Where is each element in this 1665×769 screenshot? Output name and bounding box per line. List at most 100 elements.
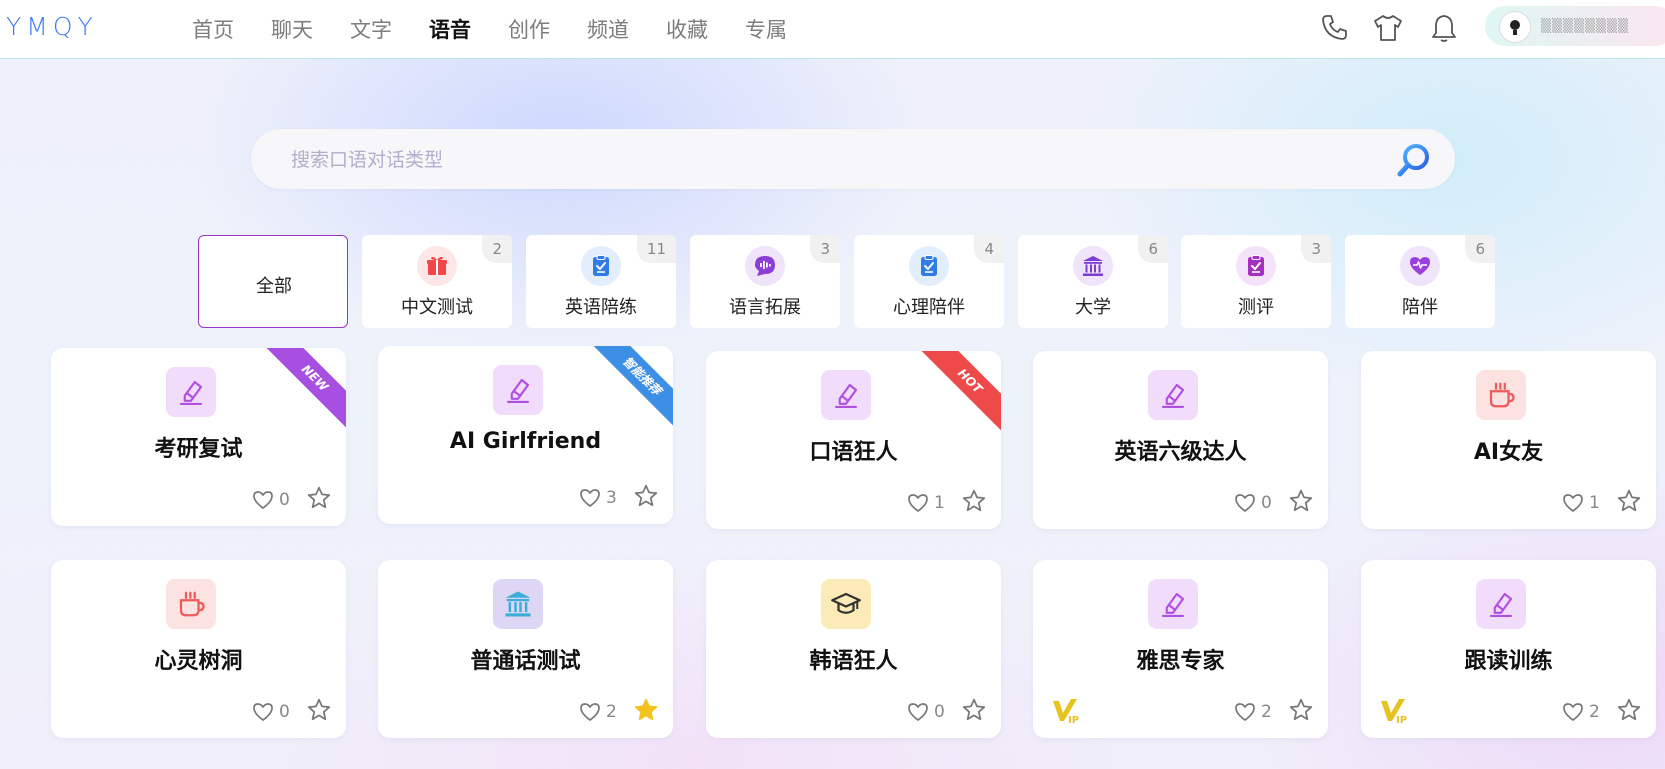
nav-item[interactable]: 文字 <box>350 14 392 44</box>
card-icon <box>1476 579 1526 629</box>
pen-icon <box>1161 383 1185 408</box>
like-button[interactable]: 0 <box>906 697 951 727</box>
like-button[interactable]: 2 <box>578 697 623 727</box>
card-title: 韩语狂人 <box>809 649 898 674</box>
card-icon <box>493 579 543 629</box>
avatar <box>1499 11 1531 43</box>
card-title: 跟读训练 <box>1464 649 1553 674</box>
star-icon[interactable] <box>306 697 332 723</box>
category-tab[interactable]: 11 英语陪练 <box>526 235 676 328</box>
svg-text:IP: IP <box>1068 715 1079 725</box>
category-tab[interactable]: 6 陪伴 <box>1345 235 1495 328</box>
voice-card[interactable]: 雅思专家 IP 2 <box>1033 560 1328 738</box>
nav-item[interactable]: 专属 <box>745 14 787 44</box>
category-tab[interactable]: 4 心理陪伴 <box>854 235 1004 328</box>
bell-icon[interactable] <box>1428 12 1460 44</box>
clipboard-check-icon <box>1248 255 1264 276</box>
voice-card[interactable]: 心灵树洞 0 <box>51 560 346 738</box>
category-icon <box>1073 246 1113 286</box>
search-bar <box>251 129 1455 191</box>
star-icon[interactable] <box>633 483 659 509</box>
logo[interactable]: YMQY <box>6 12 98 41</box>
category-count: 11 <box>636 235 676 263</box>
star-icon[interactable] <box>306 485 332 511</box>
voice-card[interactable]: AI女友 1 <box>1361 351 1656 529</box>
voice-card[interactable]: 普通话测试 2 <box>378 560 673 738</box>
like-button[interactable]: 2 <box>1233 697 1278 727</box>
nav-item[interactable]: 聊天 <box>271 14 313 44</box>
voice-card[interactable]: 考研复试 NEW 0 <box>51 348 346 526</box>
coffee-icon <box>179 591 205 617</box>
pen-icon <box>834 383 858 408</box>
heart-icon <box>908 703 928 721</box>
star-icon[interactable] <box>1288 697 1314 723</box>
category-icon <box>745 246 785 286</box>
like-count: 0 <box>1261 493 1272 513</box>
like-button[interactable]: 0 <box>1233 488 1278 518</box>
nav-item[interactable]: 创作 <box>508 14 550 44</box>
star-icon[interactable] <box>633 697 659 723</box>
star-icon[interactable] <box>1616 697 1642 723</box>
category-label: 全部 <box>256 276 292 297</box>
heart-icon <box>1563 703 1583 721</box>
star-icon[interactable] <box>961 488 987 514</box>
card-icon <box>1476 370 1526 420</box>
heart-icon <box>253 703 273 721</box>
nav-item[interactable]: 首页 <box>192 14 234 44</box>
category-icon <box>581 246 621 286</box>
user-name: ▒▒▒▒▒▒▒▒ <box>1541 19 1629 34</box>
category-icon <box>1236 246 1276 286</box>
heart-icon <box>1563 494 1583 512</box>
card-icon <box>1148 579 1198 629</box>
category-count: 6 <box>1465 235 1495 263</box>
category-count: 2 <box>482 235 512 263</box>
like-count: 0 <box>279 490 290 510</box>
like-button[interactable]: 0 <box>251 697 296 727</box>
svg-text:IP: IP <box>1396 715 1407 725</box>
like-count: 2 <box>1261 702 1272 722</box>
voice-card[interactable]: 韩语狂人 0 <box>706 560 1001 738</box>
category-tab[interactable]: 3 测评 <box>1181 235 1331 328</box>
nav-item[interactable]: 频道 <box>587 14 629 44</box>
category-tab[interactable]: 全部 <box>198 235 348 328</box>
card-title: 英语六级达人 <box>1114 440 1247 465</box>
search-input[interactable] <box>289 129 1353 191</box>
card-title: AI女友 <box>1473 440 1544 465</box>
coffee-icon <box>1489 382 1515 408</box>
voice-card[interactable]: 跟读训练 IP 2 <box>1361 560 1656 738</box>
star-icon[interactable] <box>961 697 987 723</box>
card-title: 雅思专家 <box>1136 649 1225 674</box>
voice-bubble-icon <box>755 256 775 276</box>
pen-icon <box>506 378 530 403</box>
voice-card[interactable]: 口语狂人 HOT 1 <box>706 351 1001 529</box>
nav-item[interactable]: 语音 <box>429 14 471 44</box>
user-menu[interactable]: ▒▒▒▒▒▒▒▒ <box>1485 6 1665 46</box>
like-button[interactable]: 2 <box>1561 697 1606 727</box>
voice-card[interactable]: AI Girlfriend 智能推荐 3 <box>378 346 673 524</box>
like-button[interactable]: 0 <box>251 485 296 515</box>
star-icon[interactable] <box>1616 488 1642 514</box>
card-title: 考研复试 <box>154 437 243 462</box>
like-button[interactable]: 3 <box>578 483 623 513</box>
university-icon <box>505 591 531 617</box>
card-title: AI Girlfriend <box>449 429 602 454</box>
category-tab[interactable]: 3 语言拓展 <box>690 235 840 328</box>
category-tab[interactable]: 6 大学 <box>1018 235 1168 328</box>
star-icon[interactable] <box>1288 488 1314 514</box>
university-icon <box>1083 256 1103 276</box>
nav-item[interactable]: 收藏 <box>666 14 708 44</box>
main-nav: 首页 聊天 文字 语音 创作 频道 收藏 专属 <box>192 0 824 58</box>
like-button[interactable]: 1 <box>1561 488 1606 518</box>
shirt-icon[interactable] <box>1372 12 1404 44</box>
heart-icon <box>253 491 273 509</box>
card-icon <box>821 370 871 420</box>
like-button[interactable]: 1 <box>906 488 951 518</box>
heart-icon <box>580 489 600 507</box>
category-count: 6 <box>1138 235 1168 263</box>
category-tab[interactable]: 2 中文测试 <box>362 235 512 328</box>
search-icon[interactable] <box>1395 141 1433 179</box>
phone-icon[interactable] <box>1318 12 1350 44</box>
pen-icon <box>1161 592 1185 617</box>
clipboard-check-icon <box>921 255 937 276</box>
voice-card[interactable]: 英语六级达人 0 <box>1033 351 1328 529</box>
